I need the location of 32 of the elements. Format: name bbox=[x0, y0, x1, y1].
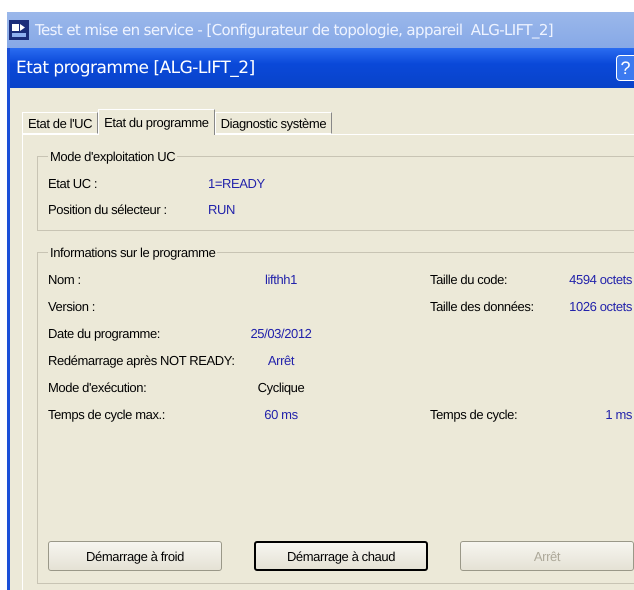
field-value: 1=READY bbox=[208, 176, 266, 190]
dialog-title: Etat programme [ALG-LIFT_2] bbox=[16, 58, 255, 78]
field-value: Cyclique bbox=[258, 380, 304, 395]
field-value: Arrêt bbox=[268, 353, 294, 368]
field-label: Date du programme: bbox=[48, 326, 162, 341]
tab[interactable]: Diagnostic système bbox=[214, 112, 332, 134]
action-button[interactable]: Démarrage à chaud bbox=[254, 541, 428, 571]
app-window-title: Test et mise en service - [Configurateur de topologie, appareil ALG-LIFT_2] bbox=[35, 21, 554, 39]
field-value: 60 ms bbox=[264, 407, 298, 422]
field-value: 25/03/2012 bbox=[250, 326, 312, 341]
group-title: Mode d'exploitation UC bbox=[49, 149, 176, 164]
app-icon bbox=[9, 20, 29, 40]
field-label: Nom : bbox=[48, 272, 82, 287]
field-value: 1026 octets bbox=[569, 299, 633, 314]
field-value: 1 ms bbox=[605, 407, 633, 422]
tab[interactable]: Etat de l'UC bbox=[22, 112, 98, 134]
field-label: Redémarrage après NOT READY: bbox=[48, 353, 236, 368]
field-label: Taille du code: bbox=[430, 272, 508, 287]
field-value: lifthh1 bbox=[265, 272, 297, 287]
field-label: Etat UC : bbox=[48, 176, 98, 190]
field-label: Version : bbox=[48, 299, 96, 314]
field-label: Temps de cycle max.: bbox=[48, 407, 166, 422]
group-title: Informations sur le programme bbox=[49, 245, 216, 260]
tab[interactable]: Etat du programme bbox=[98, 109, 215, 135]
field-label: Mode d'exécution: bbox=[48, 380, 148, 395]
field-label: Position du sélecteur : bbox=[48, 202, 168, 216]
field-value: RUN bbox=[208, 202, 236, 216]
field-label: Taille des données: bbox=[430, 299, 535, 314]
field-label: Temps de cycle: bbox=[430, 407, 518, 422]
action-button[interactable]: Démarrage à froid bbox=[48, 541, 222, 571]
field-value: 4594 octets bbox=[569, 272, 633, 287]
help-button[interactable]: ? bbox=[616, 55, 634, 81]
